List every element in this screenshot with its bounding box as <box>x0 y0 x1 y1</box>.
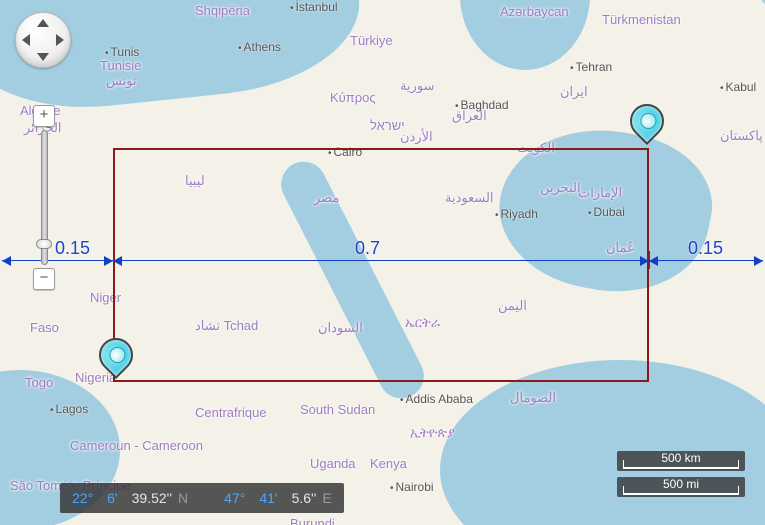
scale-bar-km-label: 500 km <box>661 451 700 465</box>
lat-deg: 22° <box>72 490 93 506</box>
lat-min: 6' <box>107 490 117 506</box>
map-canvas[interactable]: ShqipëriaİstanbulAzərbaycanTürkmenistanT… <box>0 0 765 525</box>
pan-right-button[interactable] <box>56 34 64 46</box>
zoom-slider-thumb[interactable] <box>36 239 52 249</box>
dim-arrow-right <box>649 260 763 261</box>
coordinate-bar: 22° 6' 39.52'' N 47° 41' 5.6'' E <box>60 483 344 513</box>
lon-min: 41' <box>259 490 277 506</box>
lon-sec: 5.6'' <box>292 490 317 506</box>
lat-hemi: N <box>178 490 188 506</box>
lon-hemi: E <box>322 490 331 506</box>
zoom-out-button[interactable]: − <box>33 268 55 290</box>
pan-up-button[interactable] <box>37 19 49 27</box>
dim-tick-2 <box>649 251 650 269</box>
scale-bar-mi: 500 mi <box>617 477 745 497</box>
dim-label-left: 0.15 <box>55 238 90 259</box>
scale-bar-group: 500 km 500 mi <box>617 451 745 497</box>
lat-sec: 39.52'' <box>132 490 172 506</box>
zoom-in-button[interactable]: + <box>33 105 55 127</box>
pan-control <box>15 12 71 68</box>
dim-tick-1 <box>113 251 114 269</box>
map-marker-sw[interactable] <box>99 338 133 382</box>
lon-deg: 47° <box>224 490 245 506</box>
scale-bar-mi-label: 500 mi <box>663 477 699 491</box>
scale-bar-km: 500 km <box>617 451 745 471</box>
dim-arrow-left <box>2 260 113 261</box>
zoom-slider-track[interactable] <box>41 130 48 265</box>
pan-left-button[interactable] <box>22 34 30 46</box>
viewport-rectangle <box>113 148 649 382</box>
map-marker-ne[interactable] <box>630 104 664 148</box>
zoom-control: + − <box>32 105 56 290</box>
dim-arrow-center <box>113 260 649 261</box>
dim-label-right: 0.15 <box>688 238 723 259</box>
pan-down-button[interactable] <box>37 53 49 61</box>
dim-label-center: 0.7 <box>355 238 380 259</box>
